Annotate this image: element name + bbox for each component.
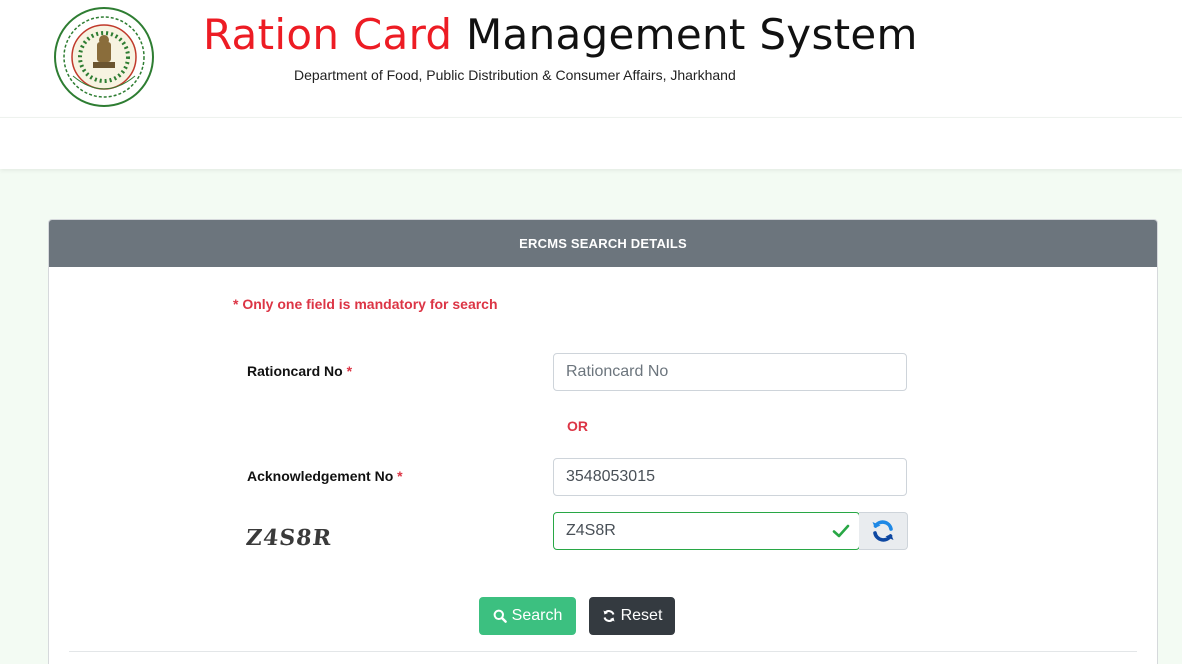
acknowledgement-label: Acknowledgement No *	[247, 468, 403, 484]
checkmark-icon	[832, 524, 850, 538]
rationcard-label: Rationcard No *	[247, 363, 352, 379]
captcha-refresh-button[interactable]	[859, 512, 908, 550]
divider	[69, 651, 1137, 652]
acknowledgement-input[interactable]	[553, 458, 907, 496]
rationcard-input[interactable]	[553, 353, 907, 391]
app-title-part1: Ration Card	[203, 10, 453, 59]
panel-heading: ERCMS SEARCH DETAILS	[49, 220, 1157, 267]
refresh-icon	[603, 610, 615, 622]
search-button[interactable]: Search	[479, 597, 576, 635]
navbar	[0, 117, 1182, 169]
or-separator: OR	[567, 418, 588, 434]
app-title: Ration Card Management System	[203, 10, 918, 59]
rationcard-label-text: Rationcard No	[247, 363, 343, 379]
search-panel: ERCMS SEARCH DETAILS * Only one field is…	[48, 219, 1158, 664]
captcha-input[interactable]	[553, 512, 860, 550]
site-header: Ration Card Management System Department…	[0, 0, 1182, 117]
reset-button-label: Reset	[620, 607, 663, 624]
search-icon	[493, 609, 507, 623]
search-button-label: Search	[511, 607, 563, 624]
jharkhand-seal-logo	[54, 7, 154, 107]
acknowledgement-label-text: Acknowledgement No	[247, 468, 394, 484]
department-subtitle: Department of Food, Public Distribution …	[294, 67, 736, 83]
mandatory-note: * Only one field is mandatory for search	[233, 296, 498, 312]
captcha-image: Z4S8R	[244, 525, 334, 551]
reset-button[interactable]: Reset	[589, 597, 675, 635]
app-title-part2: Management System	[466, 10, 918, 59]
refresh-icon	[872, 520, 894, 542]
required-star: *	[397, 468, 403, 484]
required-star: *	[346, 363, 353, 379]
